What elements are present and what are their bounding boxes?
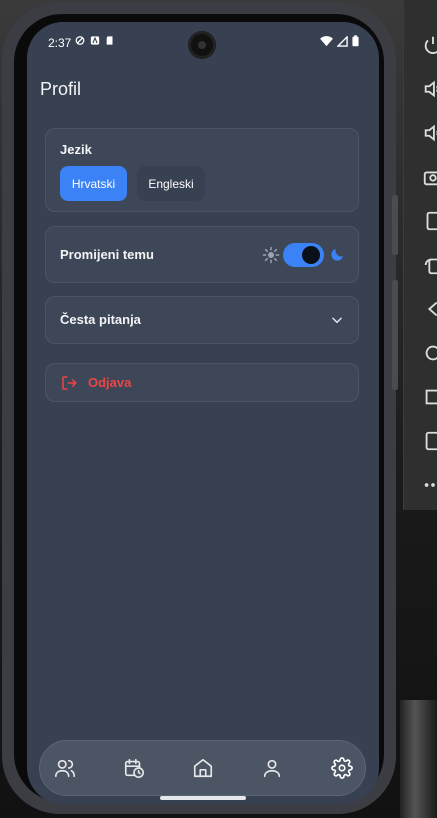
home-circle-icon[interactable] [422,342,437,364]
language-option-english-button[interactable]: Engleski [137,166,205,201]
theme-toggle-knob [302,246,320,264]
status-time: 2:37 [48,36,72,50]
emulator-background-detail [400,700,437,818]
text-icon [90,35,100,46]
rotate-icon[interactable] [422,210,437,232]
language-option-croatian-button[interactable]: Hrvatski [60,166,127,201]
logout-label: Odjava [88,375,132,390]
nav-users-icon[interactable] [54,757,76,779]
screenshot-icon[interactable] [422,430,437,452]
back-icon[interactable] [422,298,437,320]
language-card: Jezik Hrvatski Engleski [45,128,359,212]
sun-icon [262,246,280,264]
faq-label: Česta pitanja [60,312,141,327]
overview-icon[interactable] [422,386,437,408]
status-system-icons [320,35,359,47]
logout-icon [62,376,77,390]
signal-icon [337,35,348,47]
nav-settings-icon[interactable] [331,757,353,779]
wifi-icon [320,35,333,46]
power-icon[interactable] [422,34,437,56]
more-icon[interactable] [422,474,437,496]
volume-up-icon[interactable] [422,78,437,100]
logout-button[interactable]: Odjava [45,363,359,402]
shield-icon [75,35,85,46]
camera-icon[interactable] [422,166,437,188]
sd-card-icon [105,35,115,46]
moon-icon [331,248,344,261]
battery-icon [352,35,359,47]
home-indicator[interactable] [160,796,246,800]
nav-calendar-clock-icon[interactable] [123,757,145,779]
rotate-right-icon[interactable] [422,254,437,276]
app-screen: 2:37 Profil Jezik Hrvatski Engleski Prom… [27,22,379,804]
volume-down-icon[interactable] [422,122,437,144]
nav-user-icon[interactable] [261,757,283,779]
page-title: Profil [40,79,82,99]
status-notification-icons [75,35,115,46]
bottom-navigation [39,740,366,796]
theme-label: Promijeni temu [60,247,154,262]
phone-volume-button [392,280,398,390]
theme-toggle[interactable] [283,243,324,267]
phone-side-button [392,195,398,255]
emulator-side-panel [403,0,437,510]
status-bar: 2:37 [27,22,379,66]
front-camera [188,31,216,59]
chevron-down-icon[interactable] [330,313,344,327]
nav-home-icon[interactable] [192,757,214,779]
theme-card: Promijeni temu [45,226,359,283]
faq-accordion[interactable]: Česta pitanja [45,296,359,344]
language-title: Jezik [60,142,92,157]
